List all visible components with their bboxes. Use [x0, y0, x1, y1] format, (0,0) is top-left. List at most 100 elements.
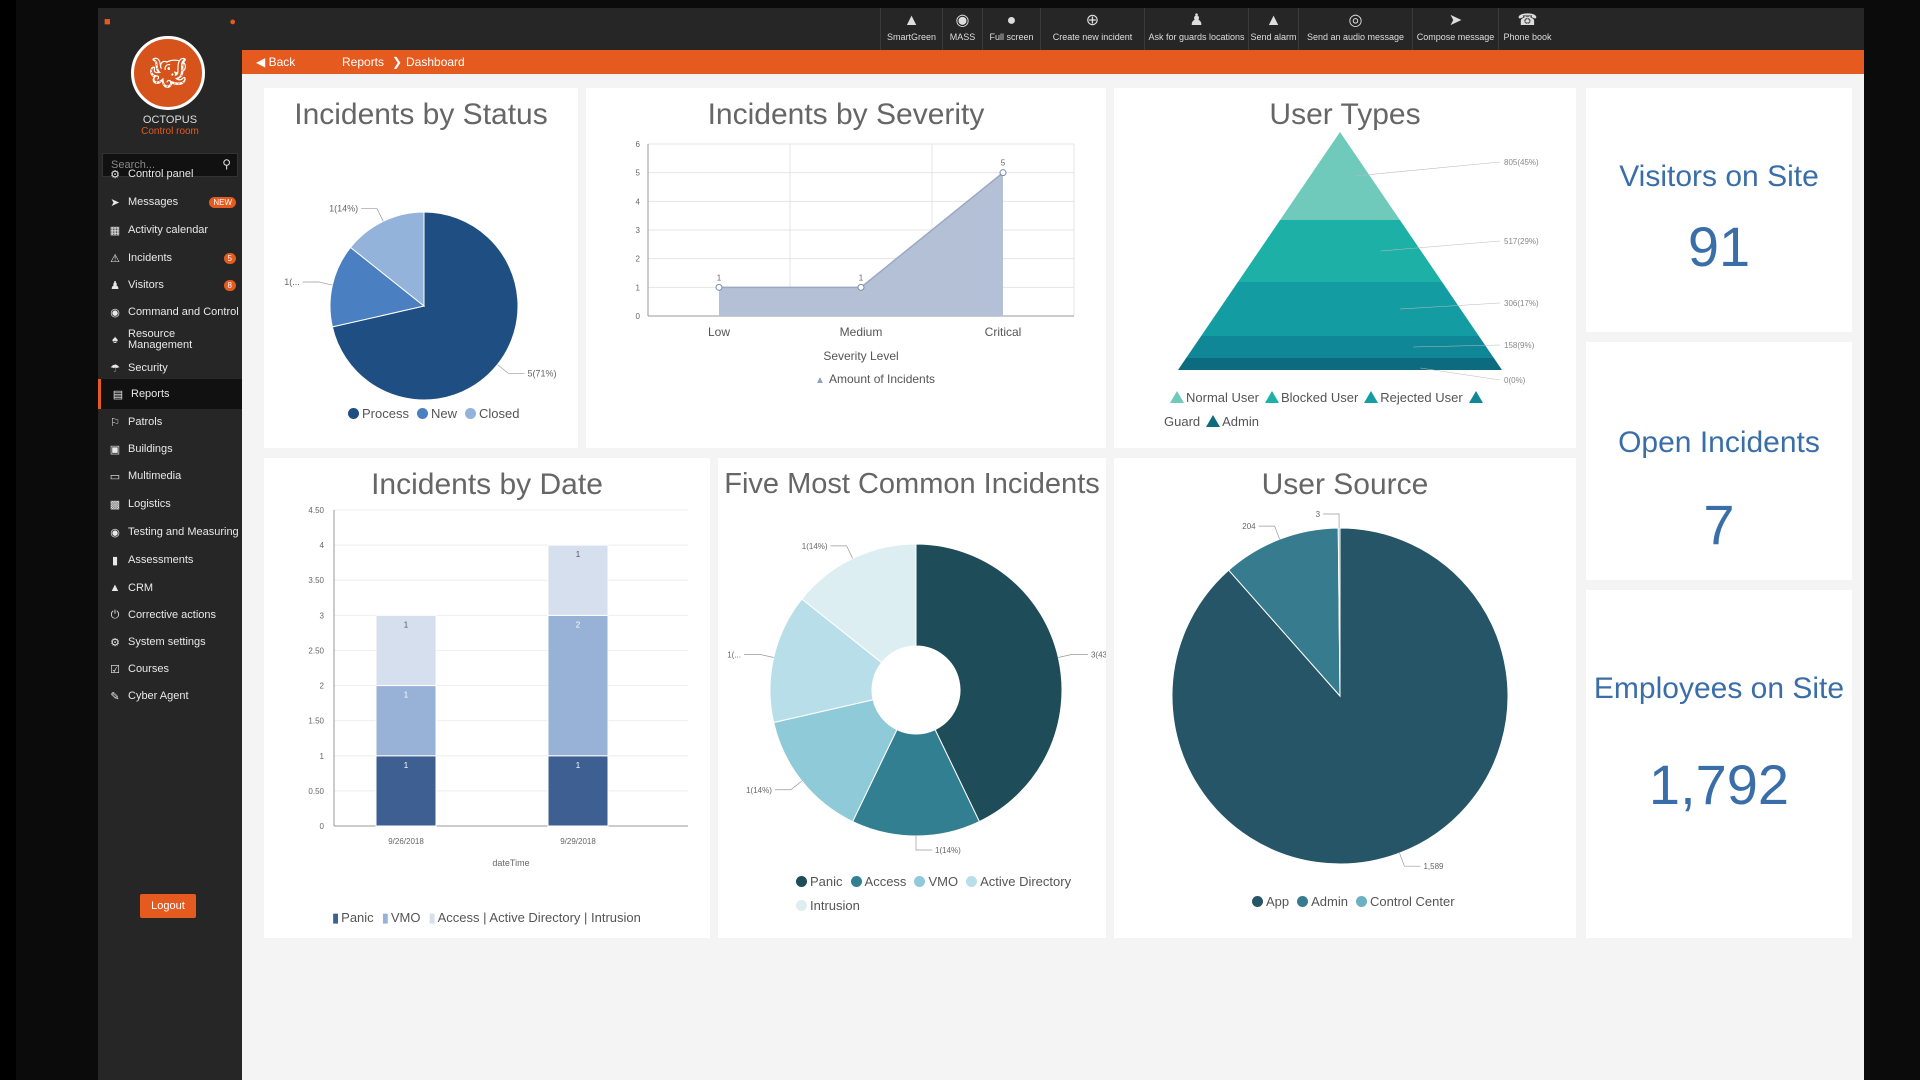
logout-button[interactable]: Logout	[140, 894, 196, 918]
pyramid-segment-rejected-user[interactable]	[1201, 282, 1479, 336]
toolbar-send-alarm-button[interactable]: ▲ Send alarm	[1248, 8, 1298, 50]
slice-connector	[830, 545, 853, 559]
sidebar-item-courses[interactable]: ☑ Courses	[98, 654, 242, 684]
sidebar-top-icons: ■ ●	[104, 16, 236, 30]
sidebar-item-buildings[interactable]: ▣ Buildings	[98, 434, 242, 464]
legend-label: New	[430, 406, 457, 421]
legend-item[interactable]: App	[1244, 894, 1289, 909]
sidebar-item-resource-management[interactable]: ♠ Resource Management	[98, 325, 242, 355]
paper-plane-icon: ➤	[1448, 12, 1463, 29]
legend-item[interactable]: Admin	[1200, 414, 1259, 429]
x-axis-label: dateTime	[492, 858, 529, 868]
data-label: 2	[576, 620, 581, 629]
slice-label: 1(14%)	[329, 204, 358, 214]
legend-item[interactable]: Access	[843, 874, 906, 889]
y-tick-label: 0	[636, 312, 641, 321]
x-tick-label: Medium	[840, 325, 883, 339]
sidebar-item-patrols[interactable]: ⚐ Patrols	[98, 407, 242, 437]
toolbar-phone-book-button[interactable]: ☎ Phone book	[1498, 8, 1556, 50]
legend-item[interactable]: New	[409, 406, 457, 421]
pyramid-segment-admin[interactable]	[1178, 358, 1502, 370]
sidebar-item-logistics[interactable]: ▩ Logistics	[98, 489, 242, 519]
data-point[interactable]	[999, 169, 1007, 177]
y-tick-label: 6	[636, 140, 641, 149]
sidebar-item-messages[interactable]: ➤ Messages NEW	[98, 187, 242, 217]
toolbar-ask-for-guards-locations-button[interactable]: ♟ Ask for guards locations	[1144, 8, 1248, 50]
y-tick-label: 1	[320, 752, 325, 761]
bar-segment-vmo[interactable]	[547, 614, 609, 757]
legend-item[interactable]: Process	[340, 406, 409, 421]
sidebar-item-visitors[interactable]: ♟ Visitors 8	[98, 270, 242, 300]
slice-label: 517(29%)	[1504, 237, 1539, 246]
send-icon: ➤	[110, 196, 120, 209]
pie-icon	[966, 876, 978, 887]
sidebar-item-testing-and-measuring[interactable]: ◉ Testing and Measuring	[98, 517, 242, 547]
legend-item[interactable]: Blocked User	[1259, 390, 1358, 405]
toolbar-full-screen-button[interactable]: ● Full screen	[982, 8, 1040, 50]
slice-label: 1(...	[284, 277, 300, 287]
sidebar-item-label: Reports	[131, 387, 170, 400]
data-point[interactable]	[857, 283, 865, 291]
data-point[interactable]	[715, 283, 723, 291]
date-legend: ▮ Panic ▮ VMO ▮ Access | Active Directory | I…	[324, 910, 641, 926]
status-legend: Process New Closed	[340, 406, 519, 421]
y-tick-label: 2	[320, 682, 325, 691]
help-icon[interactable]: ●	[229, 16, 236, 28]
toolbar-send-an-audio-message-button[interactable]: ◎ Send an audio message	[1298, 8, 1412, 50]
toolbar-label: Full screen	[989, 32, 1034, 42]
legend-item[interactable]: Admin	[1289, 894, 1348, 909]
dashboard-content: Incidents by Status 5(71%) 1(... 1(14%) Pr…	[242, 74, 1864, 1080]
pyramid-segment-normal-user[interactable]	[1280, 132, 1400, 220]
breadcrumb-parent[interactable]: Reports	[342, 55, 384, 69]
triangle-icon	[1170, 391, 1184, 403]
legend-item[interactable]: Rejected User	[1358, 390, 1463, 405]
sidebar-item-incidents[interactable]: ⚠ Incidents 5	[98, 243, 242, 273]
toolbar-smartgreen-button[interactable]: ▲ SmartGreen	[880, 8, 942, 50]
sidebar-item-activity-calendar[interactable]: ▦ Activity calendar	[98, 215, 242, 245]
legend-item[interactable]: Active Directory	[958, 874, 1071, 889]
legend-item[interactable]: Intrusion	[788, 898, 860, 913]
toolbar-mass-button[interactable]: ◉ MASS	[942, 8, 982, 50]
legend-item[interactable]: ▮ Panic	[324, 910, 374, 925]
y-tick-label: 3	[320, 611, 325, 620]
card-incidents-by-date: Incidents by Date 0 0.50 1 1.50 2 2.50 3 3.50 4 4…	[264, 458, 710, 938]
gauge-icon: ⚙	[110, 168, 120, 181]
y-tick-label: 2.50	[308, 646, 324, 655]
toolbar-compose-message-button[interactable]: ➤ Compose message	[1412, 8, 1498, 50]
patrol-icon: ⚐	[110, 416, 120, 429]
sidebar-item-cyber-agent[interactable]: ✎ Cyber Agent	[98, 681, 242, 711]
toolbar-label: Create new incident	[1052, 32, 1133, 42]
eye-icon: ◉	[110, 306, 120, 319]
sidebar-item-crm[interactable]: ▲ CRM	[98, 573, 242, 603]
sidebar-item-control-panel[interactable]: ⚙ Control panel	[98, 159, 242, 189]
sidebar-item-assessments[interactable]: ▮ Assessments	[98, 545, 242, 575]
back-button[interactable]: ◀ Back	[256, 55, 295, 69]
legend-item[interactable]: Normal User	[1164, 390, 1259, 405]
sidebar-item-badge: 5	[223, 252, 236, 264]
legend-item[interactable]: ▮ VMO	[374, 910, 421, 925]
back-label[interactable]: Back	[269, 55, 296, 69]
crm-icon: ▲	[109, 582, 121, 594]
toolbar-create-new-incident-button[interactable]: ⊕ Create new incident	[1040, 8, 1144, 50]
device-frame: ■ ● 🐙︎ OCTOPUS Control room Search... ⚲ …	[16, 0, 1920, 1080]
sidebar-item-command-and-control[interactable]: ◉ Command and Control	[98, 297, 242, 327]
pyramid-segment-guard[interactable]	[1186, 336, 1494, 358]
slice-label: 1(14%)	[746, 786, 772, 795]
legend-item[interactable]: ▮ Access | Active Directory | Intrusion	[420, 910, 640, 925]
speed-icon: ◉	[110, 526, 120, 539]
sidebar-item-multimedia[interactable]: ▭ Multimedia	[98, 461, 242, 491]
legend-item[interactable]: Closed	[457, 406, 519, 421]
legend-item[interactable]: VMO	[906, 874, 958, 889]
sidebar-item-system-settings[interactable]: ⚙ System settings	[98, 627, 242, 657]
pyramid-segment-blocked-user[interactable]	[1237, 220, 1443, 282]
y-tick-label: 4	[320, 541, 325, 550]
legend-label: Admin	[1222, 414, 1259, 429]
data-label: 5	[1001, 159, 1006, 168]
sidebar-item-corrective-actions[interactable]: ⏻ Corrective actions	[98, 600, 242, 630]
sidebar-item-reports[interactable]: ▤ Reports	[98, 379, 242, 409]
speaker-icon[interactable]: ■	[104, 16, 111, 28]
legend-label: Panic	[341, 910, 374, 925]
legend-item[interactable]: Control Center	[1348, 894, 1455, 909]
legend-item[interactable]: Panic	[788, 874, 843, 889]
sidebar-item-label: System settings	[128, 635, 206, 648]
